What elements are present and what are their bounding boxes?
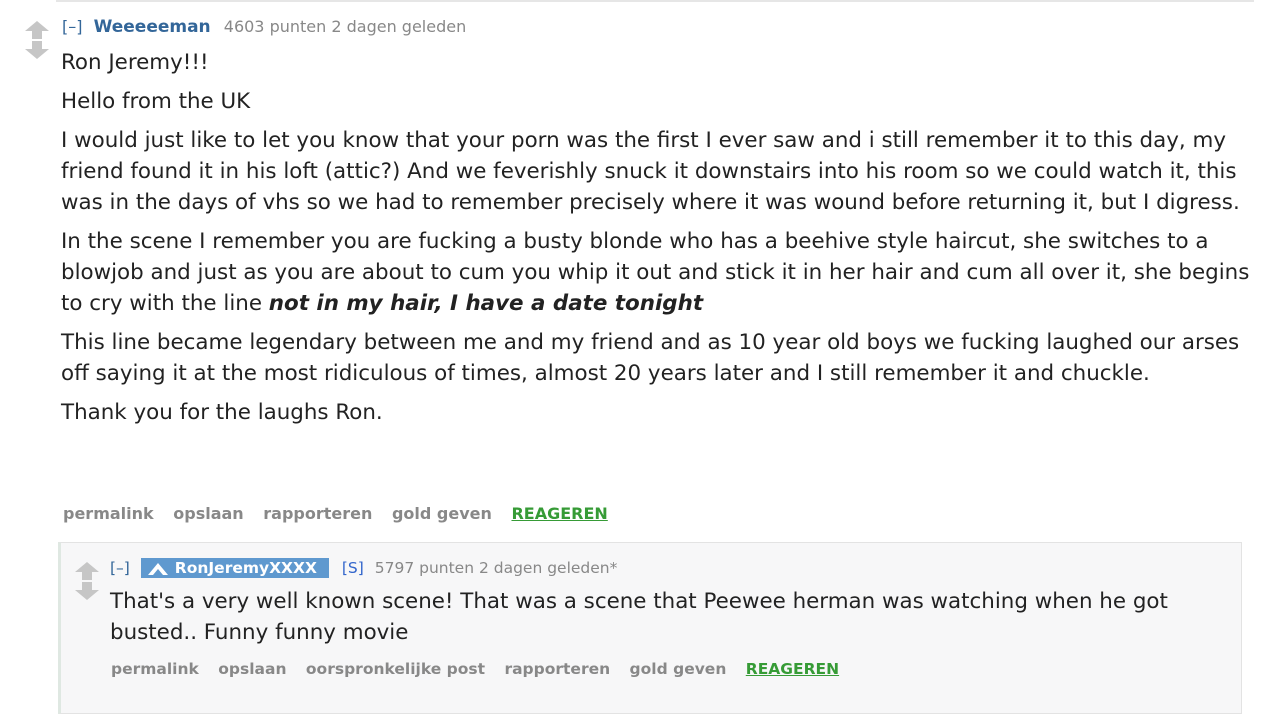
report-button[interactable]: rapporteren <box>504 660 610 678</box>
comment-paragraph: This line became legendary between me an… <box>61 330 1240 386</box>
comment-body: That's a very well known scene! That was… <box>110 586 1220 648</box>
comment-actions: permalink opslaan oorspronkelijke post r… <box>111 660 853 678</box>
comment-paragraph: That's a very well known scene! That was… <box>110 589 1168 645</box>
comment-author: RonJeremyXXXX <box>174 559 317 577</box>
top-divider <box>56 0 1254 2</box>
comment-tagline: [–] Weeeeeman 4603 punten 2 dagen gelede… <box>62 17 466 37</box>
downvote-arrow-icon[interactable] <box>24 40 50 60</box>
reply-button[interactable]: REAGEREN <box>746 660 839 678</box>
comment-paragraph-scene: In the scene I remember you are fucking … <box>61 226 1251 319</box>
comment-tagline: [–] RonJeremyXXXX [S] 5797 punten 2 dage… <box>110 558 617 578</box>
verified-flair-icon <box>147 562 168 575</box>
comment-paragraph: Thank you for the laughs Ron. <box>61 400 383 425</box>
collapse-toggle[interactable]: [–] <box>62 17 82 36</box>
score-and-time: 5797 punten 2 dagen geleden* <box>374 559 618 577</box>
permalink-button[interactable]: permalink <box>63 504 154 523</box>
upvote-arrow-icon[interactable] <box>74 561 100 581</box>
vote-arrows <box>74 561 100 601</box>
score-and-time: 4603 punten 2 dagen geleden <box>223 17 467 36</box>
comment-author[interactable]: Weeeeeman <box>94 17 211 37</box>
comment-paragraph: I would just like to let you know that y… <box>61 128 1240 215</box>
reply-button[interactable]: REAGEREN <box>511 504 607 523</box>
collapse-toggle[interactable]: [–] <box>110 559 130 577</box>
comment-author-flair[interactable]: RonJeremyXXXX <box>140 558 329 578</box>
comment-paragraph: Ron Jeremy!!! <box>61 50 209 75</box>
permalink-button[interactable]: permalink <box>111 660 199 678</box>
give-gold-button[interactable]: gold geven <box>630 660 727 678</box>
report-button[interactable]: rapporteren <box>263 504 372 523</box>
upvote-arrow-icon[interactable] <box>24 20 50 40</box>
vote-arrows <box>24 20 50 60</box>
save-button[interactable]: opslaan <box>173 504 243 523</box>
scene-quote: not in my hair, I have a date tonight <box>268 291 704 316</box>
comment-body: Ron Jeremy!!! Hello from the UK I would … <box>61 47 1251 436</box>
submitter-tag: [S] <box>341 559 364 577</box>
downvote-arrow-icon[interactable] <box>74 581 100 601</box>
comment-actions: permalink opslaan rapporteren gold geven… <box>63 504 622 523</box>
save-button[interactable]: opslaan <box>218 660 286 678</box>
parent-post-button[interactable]: oorspronkelijke post <box>306 660 485 678</box>
give-gold-button[interactable]: gold geven <box>392 504 492 523</box>
comment-paragraph: Hello from the UK <box>61 89 251 114</box>
